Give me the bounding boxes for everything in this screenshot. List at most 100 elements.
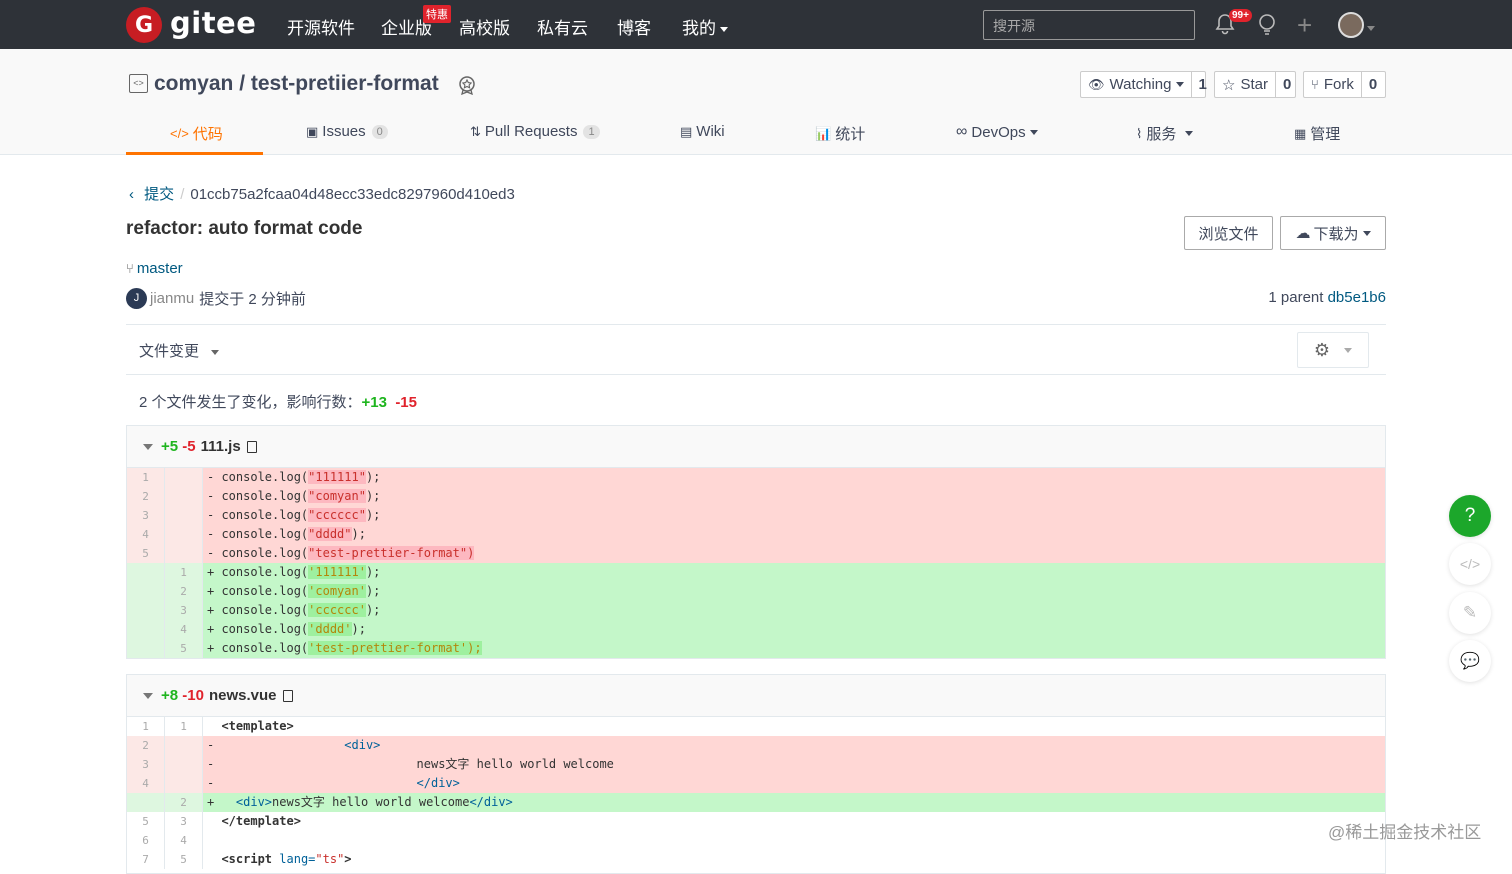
watermark: @稀土掘金技术社区 [1328, 823, 1482, 842]
collapse-triangle-icon[interactable] [143, 443, 153, 450]
new-line-number[interactable]: 3 [165, 601, 203, 620]
new-line-number[interactable]: 3 [165, 812, 203, 831]
old-line-number[interactable]: 1 [127, 468, 165, 487]
old-line-number[interactable]: 4 [127, 525, 165, 544]
watch-button[interactable]: 👁 Watching 1 [1080, 71, 1207, 98]
diff-file-header[interactable]: +8 -10 news.vue [127, 675, 1385, 717]
avatar-chevron-down-icon[interactable] [1367, 17, 1375, 40]
old-line-number[interactable] [127, 601, 165, 620]
gitee-logo-text[interactable]: gitee [170, 6, 256, 40]
code-snippet-icon[interactable]: </> [1449, 543, 1491, 585]
old-line-number[interactable] [127, 563, 165, 582]
new-line-number[interactable] [165, 506, 203, 525]
diff-settings-button[interactable]: ⚙ [1297, 332, 1369, 368]
bar-chart-icon: 📊 [815, 125, 832, 141]
new-line-number[interactable] [165, 774, 203, 793]
lightbulb-icon[interactable] [1257, 13, 1277, 41]
fork-button[interactable]: ⑂ Fork 0 [1303, 71, 1386, 98]
tab-stats[interactable]: 📊 统计 [815, 123, 865, 144]
infinity-icon: ∞ [956, 123, 968, 140]
diff-file-header[interactable]: +5 -5 111.js [127, 426, 1385, 468]
tab-manage[interactable]: ▦ 管理 [1294, 123, 1340, 144]
new-line-number[interactable] [165, 736, 203, 755]
nav-private-cloud[interactable]: 私有云 [537, 14, 588, 39]
new-line-number[interactable]: 5 [165, 850, 203, 869]
parent-hash-link[interactable]: db5e1b6 [1328, 289, 1386, 306]
user-avatar[interactable] [1338, 12, 1364, 38]
old-line-number[interactable]: 3 [127, 506, 165, 525]
star-count[interactable]: 0 [1274, 72, 1298, 97]
author-name[interactable]: jianmu [150, 290, 194, 307]
old-line-number[interactable]: 2 [127, 487, 165, 506]
star-button[interactable]: ☆ Star 0 [1214, 71, 1296, 98]
diff-line-added: 3 + console.log('cccccc'); [127, 601, 1385, 620]
line-code: - console.log("111111"); [207, 470, 381, 484]
old-line-number[interactable]: 7 [127, 850, 165, 869]
browse-files-button[interactable]: 浏览文件 [1184, 216, 1273, 250]
copy-icon[interactable] [282, 689, 293, 702]
pull-requests-count: 1 [583, 124, 600, 139]
gitee-logo-icon[interactable]: G [126, 7, 162, 43]
chat-message-icon[interactable]: 💬 [1449, 640, 1491, 682]
notification-count-badge: 99+ [1229, 9, 1252, 22]
old-line-number[interactable]: 5 [127, 812, 165, 831]
breadcrumb-commits-link[interactable]: 提交 [144, 186, 174, 203]
chevron-left-icon[interactable]: ‹ [129, 186, 134, 203]
new-line-number[interactable]: 1 [165, 717, 203, 736]
nav-mine[interactable]: 我的 [682, 14, 728, 39]
new-line-number[interactable] [165, 487, 203, 506]
old-line-number[interactable]: 1 [127, 717, 165, 736]
issues-count: 0 [371, 124, 388, 139]
commit-title: refactor: auto format code [126, 218, 363, 239]
copy-icon[interactable] [246, 440, 257, 453]
recommend-badge-icon[interactable] [457, 75, 477, 101]
line-code: - news文字 hello world welcome [207, 757, 614, 771]
branch-link[interactable]: ⑂ master [126, 260, 183, 277]
old-line-number[interactable]: 2 [127, 736, 165, 755]
old-line-number[interactable] [127, 582, 165, 601]
tab-issues[interactable]: ▣ Issues 0 [306, 123, 388, 140]
search-input[interactable]: 搜开源 [983, 10, 1195, 40]
diff-filename[interactable]: 111.js [201, 438, 241, 455]
diff-line-added: 1 + console.log('111111'); [127, 563, 1385, 582]
nav-open-source[interactable]: 开源软件 [287, 14, 355, 39]
new-line-number[interactable] [165, 544, 203, 563]
nav-blog[interactable]: 博客 [617, 14, 651, 39]
tab-pull-requests[interactable]: ⇅ Pull Requests 1 [470, 123, 600, 140]
new-line-number[interactable] [165, 468, 203, 487]
author-avatar[interactable]: J [126, 288, 147, 309]
nav-education[interactable]: 高校版 [459, 14, 510, 39]
repo-name[interactable]: comyan / test-pretiier-format [154, 72, 439, 96]
old-line-number[interactable]: 4 [127, 774, 165, 793]
new-line-number[interactable]: 5 [165, 639, 203, 658]
tab-devops[interactable]: ∞ DevOps [956, 123, 1038, 141]
tab-wiki-label: Wiki [696, 123, 725, 140]
help-button[interactable]: ? [1449, 495, 1491, 537]
tab-services[interactable]: ⌇ 服务 [1136, 123, 1194, 144]
new-line-number[interactable]: 4 [165, 831, 203, 850]
watch-count[interactable]: 1 [1190, 72, 1214, 97]
diff-line-deleted: 4 - console.log("dddd"); [127, 525, 1385, 544]
new-line-number[interactable] [165, 755, 203, 774]
old-line-number[interactable]: 5 [127, 544, 165, 563]
new-line-number[interactable]: 2 [165, 582, 203, 601]
old-line-number[interactable]: 6 [127, 831, 165, 850]
old-line-number[interactable] [127, 620, 165, 639]
new-line-number[interactable]: 2 [165, 793, 203, 812]
new-line-number[interactable]: 1 [165, 563, 203, 582]
download-button[interactable]: ☁ 下载为 [1280, 216, 1386, 250]
old-line-number[interactable]: 3 [127, 755, 165, 774]
tab-wiki[interactable]: ▤ Wiki [680, 123, 725, 140]
old-line-number[interactable] [127, 639, 165, 658]
edit-note-icon[interactable]: ✎ [1449, 592, 1491, 634]
collapse-triangle-icon[interactable] [143, 692, 153, 699]
file-changes-dropdown[interactable]: 文件变更 [139, 340, 220, 361]
plus-icon[interactable]: + [1297, 10, 1312, 41]
new-line-number[interactable] [165, 525, 203, 544]
new-line-number[interactable]: 4 [165, 620, 203, 639]
tab-code[interactable]: </> 代码 [170, 123, 223, 144]
old-line-number[interactable] [127, 793, 165, 812]
diff-filename[interactable]: news.vue [209, 687, 277, 704]
fork-count[interactable]: 0 [1360, 72, 1384, 97]
diff-line-added: 2 + console.log('comyan'); [127, 582, 1385, 601]
